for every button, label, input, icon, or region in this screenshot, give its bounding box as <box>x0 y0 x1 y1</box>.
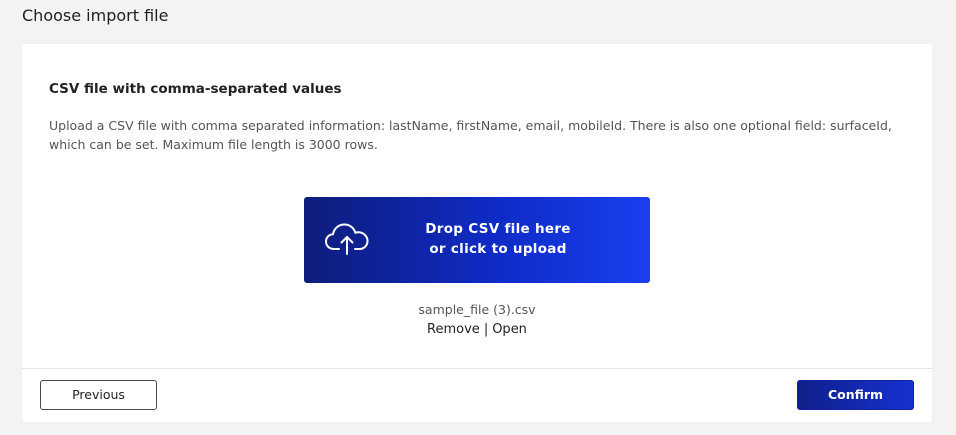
selected-file-name: sample_file (3).csv <box>418 302 536 317</box>
page-title: Choose import file <box>22 6 169 25</box>
dropzone-line-1: Drop CSV file here <box>425 221 571 237</box>
cloud-upload-icon <box>325 223 369 255</box>
previous-button[interactable]: Previous <box>40 380 157 410</box>
remove-file-link[interactable]: Remove <box>427 322 480 337</box>
confirm-button[interactable]: Confirm <box>797 380 914 410</box>
import-card: CSV file with comma-separated values Upl… <box>22 44 932 422</box>
dropzone-text: Drop CSV file here or click to upload <box>396 219 600 259</box>
dropzone-line-2: or click to upload <box>429 241 567 257</box>
file-actions: Remove | Open <box>22 322 932 337</box>
csv-upload-dropzone[interactable]: Drop CSV file here or click to upload <box>304 197 650 283</box>
open-file-link[interactable]: Open <box>492 322 527 337</box>
footer-divider <box>22 368 932 369</box>
section-description: Upload a CSV file with comma separated i… <box>49 118 892 152</box>
section-heading: CSV file with comma-separated values <box>49 81 342 97</box>
file-actions-separator: | <box>483 322 489 337</box>
